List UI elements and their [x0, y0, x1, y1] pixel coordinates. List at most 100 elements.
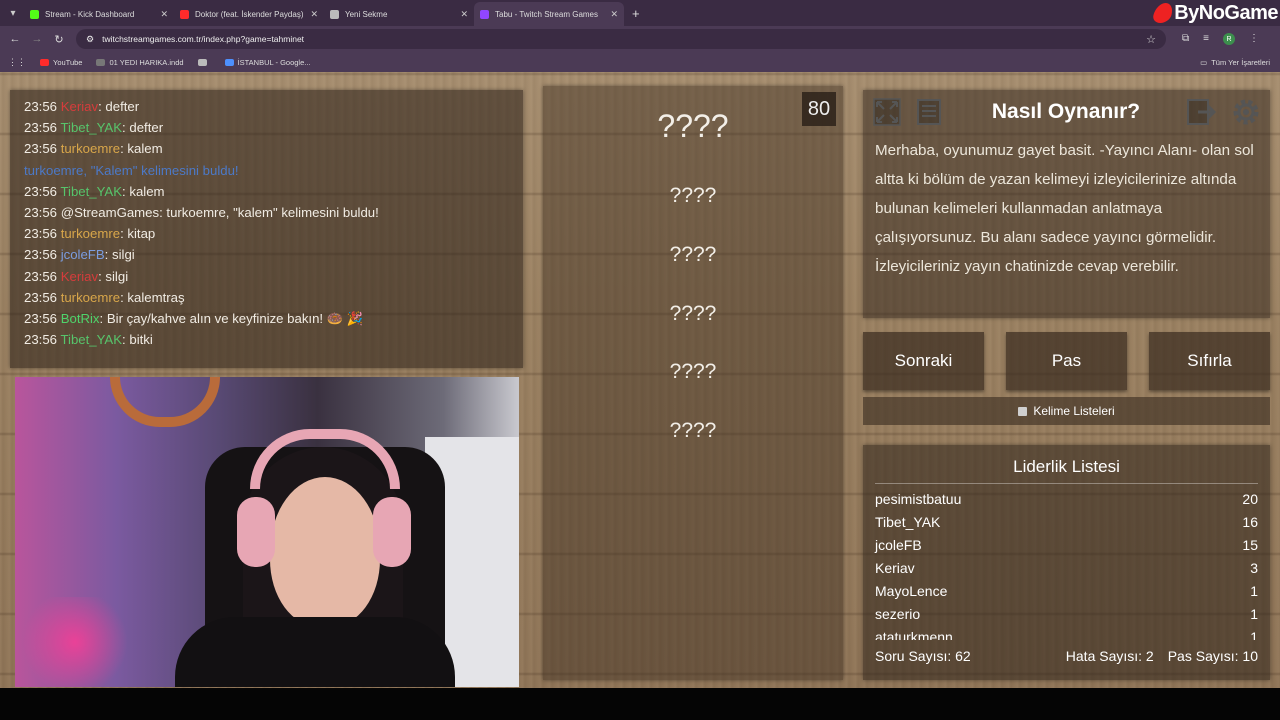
chat-username: Keriav — [60, 268, 99, 284]
pass-button[interactable]: Pas — [1006, 332, 1127, 390]
all-bookmarks-button[interactable]: ▭ Tüm Yer İşaretleri — [1200, 58, 1270, 67]
apps-icon[interactable]: ⋮⋮ — [8, 57, 26, 68]
leaderboard-row: pesimistbatuu 20 — [875, 488, 1258, 511]
leaderboard-row: MayoLence 1 — [875, 580, 1258, 603]
chat-time: 23:56 — [24, 99, 58, 114]
chat-message: 23:56 turkoemre: kalem — [24, 138, 509, 159]
chat-time: 23:56 — [24, 120, 58, 136]
bookmark-favicon-icon — [96, 58, 106, 66]
word-lists-checkbox[interactable] — [1018, 406, 1028, 416]
tab-list-button[interactable]: ▾ — [2, 2, 24, 24]
bookmark-item[interactable]: İSTANBUL - Google... — [224, 58, 311, 67]
chat-username: turkoemre — [60, 289, 121, 305]
system-message-text: turkoemre, "Kalem" kelimesini buldu! — [24, 162, 239, 178]
browser-tab[interactable]: Stream - Kick Dashboard ✕ — [24, 2, 174, 26]
how-to-play-text: Merhaba, oyunumuz gayet basit. -Yayıncı … — [875, 142, 1254, 275]
chat-message: 23:56 jcoleFB: silgi — [24, 244, 509, 265]
error-count: Hata Sayısı: 2 — [1065, 648, 1154, 664]
bookmark-item[interactable]: YouTube — [40, 58, 82, 67]
chat-time: 23:56 — [24, 268, 58, 284]
bookmark-item[interactable] — [197, 58, 211, 67]
headphone-left — [237, 497, 275, 567]
player-score: 3 — [1250, 560, 1258, 576]
chat-text: : kalemtraş — [120, 289, 185, 305]
chat-message: 23:56 Tibet_YAK: bitki — [24, 329, 509, 350]
exit-icon[interactable] — [1184, 94, 1220, 130]
chat-time: 23:56 — [24, 183, 58, 199]
target-word: ???? — [657, 108, 729, 144]
tab-close-icon[interactable]: ✕ — [310, 9, 318, 20]
leaderboard-row: Keriav 3 — [875, 557, 1258, 580]
url-field[interactable]: ⚙ twitchstreamgames.com.tr/index.php?gam… — [76, 29, 1166, 49]
bookmark-label: YouTube — [53, 57, 83, 67]
forward-icon[interactable]: → — [26, 33, 48, 45]
chat-text: : defter — [122, 120, 164, 136]
bottom-bar — [0, 688, 1280, 720]
player-name: ataturkmenn — [875, 629, 953, 640]
bookmark-item[interactable]: 01 YEDI HARIKA.indd — [96, 57, 184, 67]
next-button[interactable]: Sonraki — [863, 332, 984, 390]
tab-label: Stream - Kick Dashboard — [45, 9, 135, 19]
chat-time: 23:56 — [24, 332, 58, 348]
reset-button[interactable]: Sıfırla — [1149, 332, 1270, 390]
headphone-right — [373, 497, 411, 567]
webcam-video — [15, 377, 519, 687]
word-lists-button[interactable]: Kelime Listeleri — [863, 397, 1270, 425]
chat-username: @StreamGames — [60, 204, 160, 220]
bookmark-label: 01 YEDI HARIKA.indd — [109, 57, 184, 67]
menu-icon[interactable]: ⋮ — [1249, 33, 1259, 45]
player-name: pesimistbatuu — [875, 491, 962, 507]
player-score: 1 — [1250, 583, 1258, 599]
bookmark-favicon-icon — [40, 58, 49, 66]
player-name: sezerio — [875, 606, 921, 622]
browser-tab[interactable]: Doktor (feat. İskender Paydaş) ✕ — [174, 2, 324, 26]
extensions-icon[interactable]: ⧉ — [1182, 33, 1189, 45]
back-icon[interactable]: ← — [4, 33, 26, 45]
chat-username: turkoemre — [60, 141, 121, 157]
media-icon[interactable]: ≡ — [1203, 33, 1209, 45]
chat-text: : bitki — [122, 332, 153, 348]
tab-favicon-icon — [30, 9, 39, 19]
tab-bar: ▾ Stream - Kick Dashboard ✕ Doktor (feat. … — [0, 0, 1280, 26]
chat-time: 23:56 — [24, 204, 58, 220]
forbidden-word: ???? — [669, 302, 717, 325]
chat-username: Tibet_YAK — [60, 183, 123, 199]
tab-label: Doktor (feat. İskender Paydaş) — [195, 9, 304, 19]
reload-icon[interactable]: ↻ — [48, 33, 70, 46]
folder-icon: ▭ — [1200, 57, 1208, 67]
chat-text: : defter — [98, 99, 140, 114]
tab-favicon-icon — [180, 9, 189, 19]
tab-close-icon[interactable]: ✕ — [460, 9, 468, 20]
browser-tab[interactable]: Yeni Sekme ✕ — [324, 2, 474, 26]
player-score: 1 — [1250, 629, 1258, 640]
player-score: 1 — [1250, 606, 1258, 622]
game-stats: Soru Sayısı: 62 Hata Sayısı: 2 Pas Sayıs… — [875, 648, 1258, 664]
how-to-play-title: Nasıl Oynanır? — [991, 100, 1141, 123]
chat-message: 23:56 BotRix: Bir çay/kahve alın ve keyf… — [24, 308, 509, 329]
tab-close-icon[interactable]: ✕ — [160, 9, 168, 20]
profile-avatar[interactable]: R — [1222, 33, 1235, 45]
leaderboard-row: Tibet_YAK 16 — [875, 511, 1258, 534]
settings-icon[interactable] — [1228, 94, 1264, 130]
tab-close-icon[interactable]: ✕ — [610, 9, 618, 20]
tab-label: Yeni Sekme — [345, 9, 388, 19]
chat-message: 23:56 Keriav: defter — [24, 96, 509, 117]
bookmark-star-icon[interactable]: ☆ — [1146, 33, 1156, 46]
new-tab-button[interactable]: + — [632, 6, 640, 21]
chat-message: 23:56 @StreamGames: turkoemre, "kalem" k… — [24, 202, 509, 223]
fullscreen-icon[interactable] — [869, 94, 905, 130]
chat-text: : turkoemre, "kalem" kelimesini buldu! — [159, 204, 379, 220]
browser-tab[interactable]: Tabu - Twitch Stream Games ✕ — [474, 2, 624, 26]
chat-text: : kalem — [122, 183, 165, 199]
word-lists-label: Kelime Listeleri — [1033, 404, 1115, 418]
bookmark-favicon-icon — [224, 58, 234, 66]
tab-favicon-icon — [330, 9, 339, 19]
chat-time: 23:56 — [24, 310, 58, 326]
chat-username: Tibet_YAK — [60, 120, 123, 136]
chat-username: jcoleFB — [60, 247, 105, 263]
chat-time: 23:56 — [24, 226, 58, 242]
player-name: Keriav — [875, 560, 915, 576]
brand-mark-icon — [1151, 3, 1175, 23]
chat-message: 23:56 Tibet_YAK: defter — [24, 117, 509, 138]
site-info-icon[interactable]: ⚙ — [86, 34, 94, 45]
